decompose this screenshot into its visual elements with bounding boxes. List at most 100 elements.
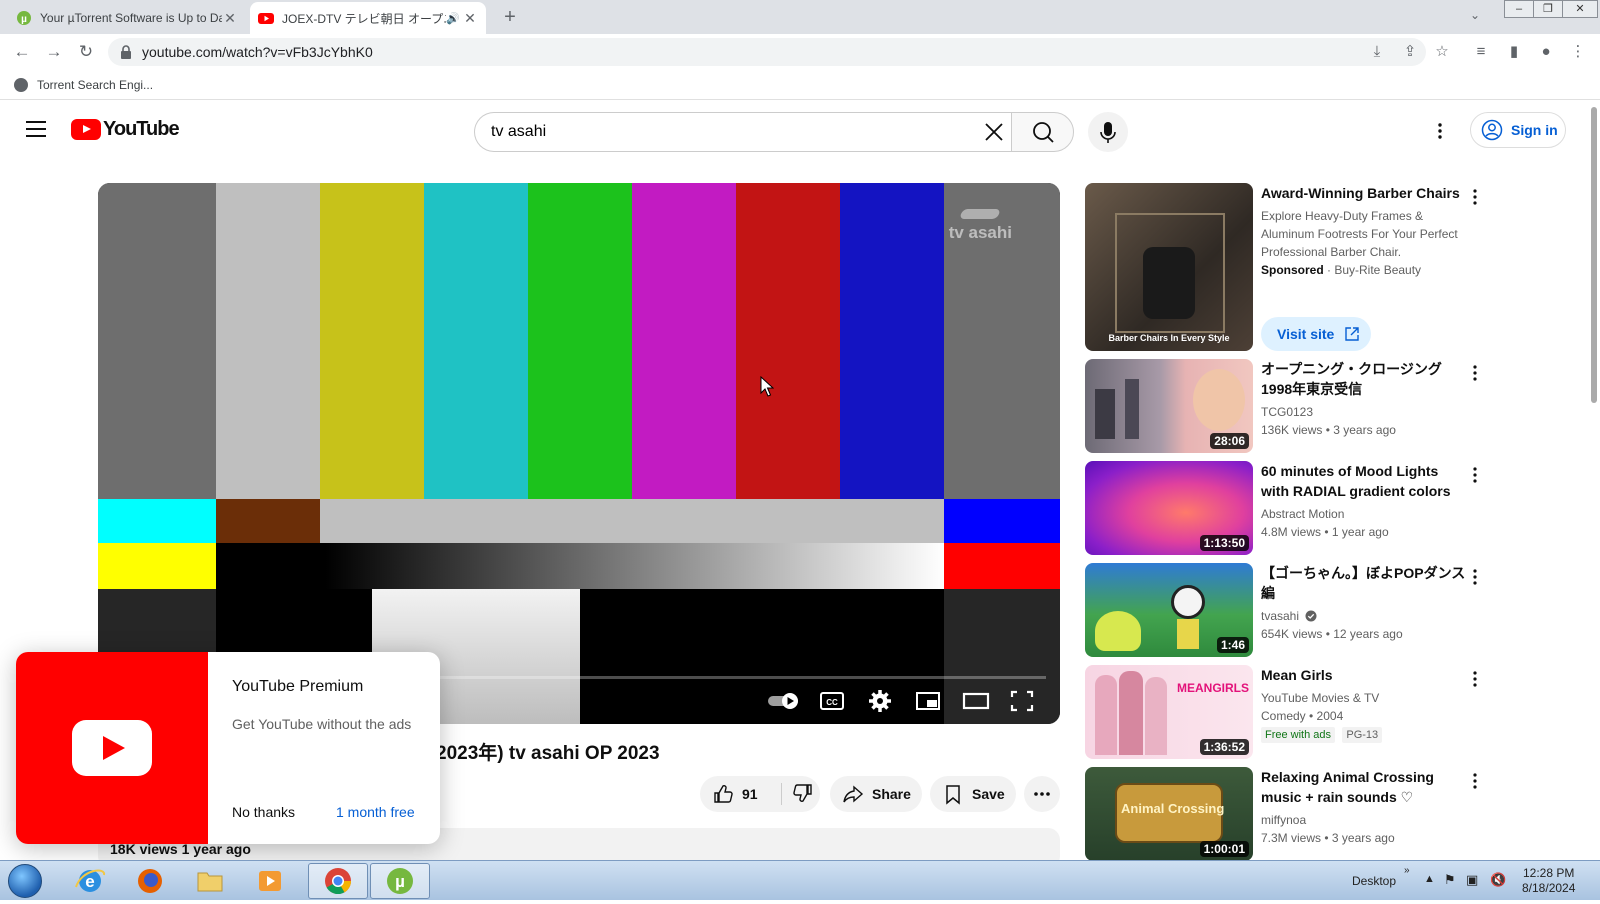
video-title[interactable]: 60 minutes of Mood Lights with RADIAL gr… bbox=[1261, 461, 1467, 501]
account-icon bbox=[1481, 119, 1503, 141]
profile-icon[interactable]: ● bbox=[1536, 42, 1556, 62]
fullscreen-icon[interactable] bbox=[1006, 686, 1038, 716]
video-title[interactable]: 【ゴーちゃん。】ぼよPOPダンス編 bbox=[1261, 563, 1467, 603]
channel-name[interactable]: TCG0123 bbox=[1261, 405, 1313, 419]
settings-gear-icon[interactable] bbox=[864, 686, 896, 716]
settings-dots-icon[interactable] bbox=[1430, 121, 1450, 141]
side-panel-icon[interactable]: ▮ bbox=[1504, 42, 1524, 62]
tab-utorrent[interactable]: µ Your µTorrent Software is Up to Date ✕ bbox=[8, 2, 246, 34]
video-thumbnail[interactable]: 28:06 bbox=[1085, 359, 1253, 453]
reading-list-icon[interactable]: ≡ bbox=[1471, 42, 1491, 62]
more-options-icon[interactable] bbox=[1467, 771, 1483, 791]
forward-arrow-icon[interactable]: → bbox=[42, 40, 66, 64]
more-options-icon[interactable] bbox=[1467, 187, 1483, 207]
video-title[interactable]: Mean Girls bbox=[1261, 665, 1467, 685]
youtube-favicon-icon bbox=[258, 13, 274, 24]
menu-icon[interactable] bbox=[26, 121, 46, 137]
taskbar-file-explorer[interactable] bbox=[182, 863, 238, 899]
tab-search-chevron-icon[interactable]: ⌄ bbox=[1470, 8, 1480, 22]
ad-thumbnail[interactable]: Barber Chairs In Every Style bbox=[1085, 183, 1253, 351]
scrollbar-thumb[interactable] bbox=[1591, 107, 1597, 403]
bookmark-torrent-search[interactable]: Torrent Search Engi... bbox=[37, 78, 153, 92]
install-app-icon[interactable]: ⤓ bbox=[1367, 42, 1387, 62]
visit-site-button[interactable]: Visit site bbox=[1261, 317, 1371, 351]
close-window-icon[interactable]: ✕ bbox=[1562, 0, 1598, 18]
restore-icon[interactable]: ❐ bbox=[1533, 0, 1563, 18]
sponsored-ad-item[interactable]: Barber Chairs In Every Style Award-Winni… bbox=[1085, 183, 1485, 351]
voice-search-button[interactable] bbox=[1088, 112, 1128, 152]
like-button[interactable]: 91 bbox=[700, 783, 782, 805]
video-title[interactable]: Relaxing Animal Crossing music + rain so… bbox=[1261, 767, 1467, 807]
volume-muted-icon[interactable]: 🔇 bbox=[1490, 872, 1506, 888]
share-page-icon[interactable]: ⇪ bbox=[1400, 42, 1420, 62]
channel-name[interactable]: Abstract Motion bbox=[1261, 507, 1344, 521]
bookmark-star-icon[interactable]: ☆ bbox=[1432, 42, 1452, 62]
more-options-icon[interactable] bbox=[1467, 669, 1483, 689]
show-hidden-icons-icon[interactable]: ▲ bbox=[1424, 873, 1435, 885]
premium-promo-dialog: YouTube Premium Get YouTube without the … bbox=[16, 652, 440, 844]
search-input[interactable] bbox=[491, 123, 961, 141]
no-thanks-button[interactable]: No thanks bbox=[232, 804, 295, 820]
action-center-flag-icon[interactable]: ⚑ bbox=[1444, 872, 1456, 888]
save-button[interactable]: Save bbox=[930, 776, 1016, 812]
view-count: 136K views bbox=[1261, 423, 1323, 437]
toolbar-expand-icon[interactable]: » bbox=[1404, 865, 1410, 876]
search-button[interactable] bbox=[1011, 112, 1074, 152]
video-thumbnail[interactable]: 1:13:50 bbox=[1085, 461, 1253, 555]
share-arrow-icon bbox=[843, 785, 864, 803]
page-scrollbar[interactable] bbox=[1588, 101, 1600, 861]
related-video-item[interactable]: 1:13:50 60 minutes of Mood Lights with R… bbox=[1085, 461, 1485, 555]
share-button[interactable]: Share bbox=[830, 776, 922, 812]
ad-title[interactable]: Award-Winning Barber Chairs bbox=[1261, 183, 1467, 203]
video-thumbnail[interactable]: 1:46 bbox=[1085, 563, 1253, 657]
view-count: 7.3M views bbox=[1261, 831, 1322, 845]
more-options-icon[interactable] bbox=[1467, 465, 1483, 485]
miniplayer-icon[interactable] bbox=[912, 686, 944, 716]
taskbar-utorrent[interactable]: µ bbox=[370, 863, 430, 899]
tv-asahi-watermark: tv asahi bbox=[949, 209, 1012, 243]
tv-asahi-logo-icon bbox=[958, 209, 1001, 219]
more-actions-button[interactable] bbox=[1024, 776, 1060, 812]
sign-in-button[interactable]: Sign in bbox=[1470, 112, 1566, 148]
month-free-button[interactable]: 1 month free bbox=[336, 804, 415, 820]
related-video-item[interactable]: 28:06 オープニング・クロージング 1998年東京受信 TCG0123 13… bbox=[1085, 359, 1485, 453]
more-options-icon[interactable] bbox=[1467, 363, 1483, 383]
clear-search-icon[interactable] bbox=[981, 119, 1007, 145]
dislike-button[interactable] bbox=[782, 782, 814, 807]
youtube-logo[interactable]: YouTube bbox=[71, 118, 180, 141]
taskbar-chrome[interactable] bbox=[308, 863, 368, 899]
video-title[interactable]: オープニング・クロージング 1998年東京受信 bbox=[1261, 359, 1467, 399]
more-options-icon[interactable] bbox=[1467, 567, 1483, 587]
minimize-icon[interactable]: – bbox=[1504, 0, 1534, 18]
taskbar-internet-explorer[interactable]: e bbox=[62, 863, 118, 899]
reload-icon[interactable]: ↻ bbox=[74, 40, 98, 64]
channel-name[interactable]: miffynoa bbox=[1261, 813, 1306, 827]
new-tab-button[interactable]: + bbox=[498, 6, 522, 29]
theater-mode-icon[interactable] bbox=[960, 686, 992, 716]
channel-name[interactable]: YouTube Movies & TV bbox=[1261, 691, 1379, 705]
utorrent-icon: µ bbox=[387, 868, 413, 894]
audio-playing-icon[interactable]: 🔊 bbox=[446, 12, 462, 25]
visit-site-label: Visit site bbox=[1277, 326, 1335, 342]
taskbar-firefox[interactable] bbox=[122, 863, 178, 899]
network-icon[interactable]: ▣ bbox=[1466, 872, 1478, 888]
start-button[interactable] bbox=[8, 864, 42, 898]
video-thumbnail[interactable]: MEANGIRLS 1:36:52 bbox=[1085, 665, 1253, 759]
tab-youtube[interactable]: JOEX-DTV テレビ朝日 オープニング 🔊 ✕ bbox=[250, 2, 486, 34]
autoplay-toggle[interactable] bbox=[764, 686, 804, 716]
related-video-item[interactable]: 1:46 【ゴーちゃん。】ぼよPOPダンス編 tvasahi 654K view… bbox=[1085, 563, 1485, 657]
browser-menu-icon[interactable]: ⋮ bbox=[1568, 42, 1588, 62]
related-video-item[interactable]: MEANGIRLS 1:36:52 Mean Girls YouTube Mov… bbox=[1085, 665, 1485, 759]
system-clock[interactable]: 12:28 PM 8/18/2024 bbox=[1522, 866, 1575, 896]
close-tab-icon[interactable]: ✕ bbox=[462, 10, 478, 27]
subtitles-icon[interactable]: CC bbox=[816, 686, 848, 716]
close-tab-icon[interactable]: ✕ bbox=[222, 10, 238, 27]
video-player[interactable]: tv asahi CC bbox=[98, 183, 1060, 724]
related-video-item[interactable]: Animal Crossing 1:00:01 Relaxing Animal … bbox=[1085, 767, 1485, 861]
taskbar-media-player[interactable] bbox=[242, 863, 298, 899]
video-thumbnail[interactable]: Animal Crossing 1:00:01 bbox=[1085, 767, 1253, 861]
desktop-toolbar-label[interactable]: Desktop bbox=[1352, 874, 1396, 888]
address-bar[interactable]: youtube.com/watch?v=vFb3JcYbhK0 bbox=[108, 38, 1426, 66]
channel-name-row[interactable]: tvasahi bbox=[1261, 609, 1317, 623]
back-arrow-icon[interactable]: ← bbox=[10, 40, 34, 64]
